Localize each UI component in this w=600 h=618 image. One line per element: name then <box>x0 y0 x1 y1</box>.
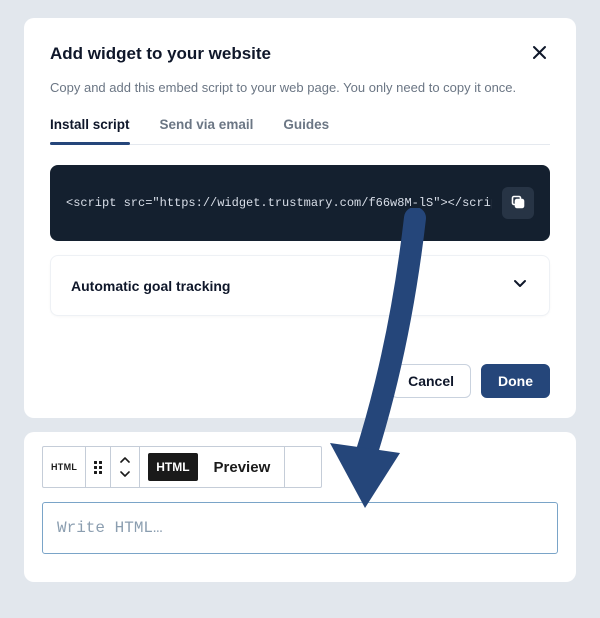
tabs: Install script Send via email Guides <box>50 117 550 145</box>
close-icon <box>532 45 547 63</box>
close-button[interactable] <box>529 42 550 66</box>
view-preview-tab[interactable]: Preview <box>204 447 285 487</box>
delete-cell[interactable] <box>285 447 321 487</box>
accordion-label: Automatic goal tracking <box>71 278 230 294</box>
install-widget-modal: Add widget to your website Copy and add … <box>24 18 576 418</box>
tab-guides[interactable]: Guides <box>283 117 329 144</box>
html-editor-panel: HTML HTML Preview <box>24 432 576 582</box>
move-up-down-cell[interactable] <box>111 447 140 487</box>
html-input[interactable] <box>42 502 558 554</box>
done-button[interactable]: Done <box>481 364 550 398</box>
copy-icon <box>510 194 526 213</box>
view-html-tab[interactable]: HTML <box>148 453 197 481</box>
drag-handle-cell[interactable] <box>86 447 111 487</box>
modal-title: Add widget to your website <box>50 44 271 64</box>
modal-footer: Cancel Done <box>50 364 550 398</box>
copy-button[interactable] <box>502 187 534 219</box>
drag-handle-icon <box>94 461 102 474</box>
embed-code-block: <script src="https://widget.trustmary.co… <box>50 165 550 241</box>
view-mode-cell: HTML Preview <box>140 447 285 487</box>
modal-header: Add widget to your website <box>50 42 550 66</box>
editor-toolbar: HTML HTML Preview <box>42 446 322 488</box>
embed-code-text: <script src="https://widget.trustmary.co… <box>66 196 492 210</box>
up-down-icon <box>119 457 131 477</box>
cancel-button[interactable]: Cancel <box>391 364 471 398</box>
modal-description: Copy and add this embed script to your w… <box>50 80 550 95</box>
tab-install-script[interactable]: Install script <box>50 117 130 144</box>
block-type-cell[interactable]: HTML <box>43 447 86 487</box>
tab-send-via-email[interactable]: Send via email <box>160 117 254 144</box>
chevron-down-icon <box>511 274 529 297</box>
automatic-goal-tracking-accordion[interactable]: Automatic goal tracking <box>50 255 550 316</box>
block-type-label: HTML <box>51 462 77 472</box>
